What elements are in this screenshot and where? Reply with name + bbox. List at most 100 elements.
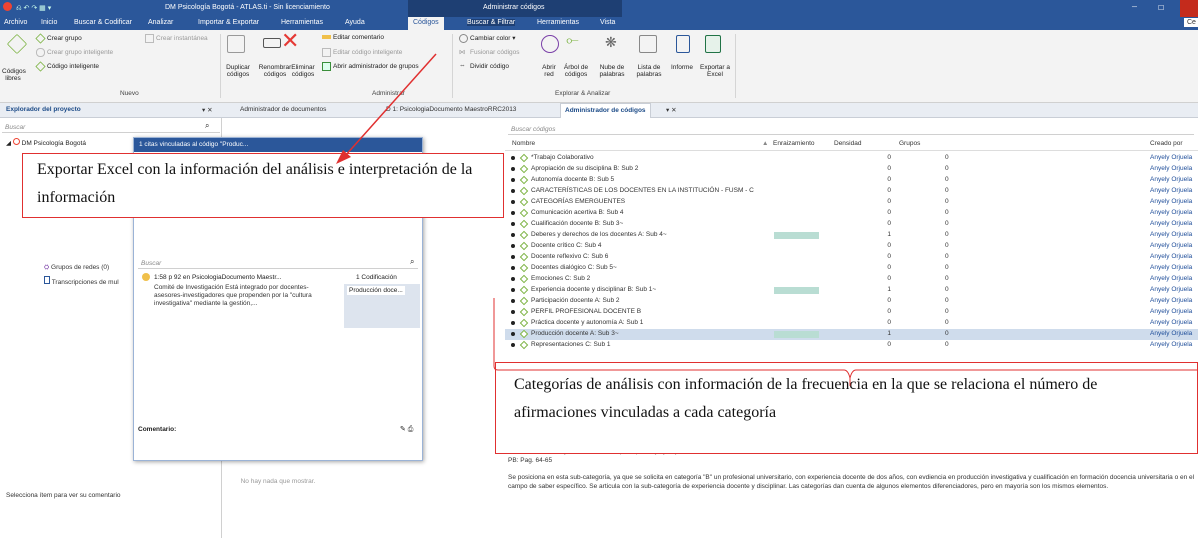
edit-smart-code-button[interactable]: Editar código inteligente <box>322 48 402 57</box>
row-bullet <box>511 277 515 281</box>
create-smart-group-button[interactable]: Crear grupo inteligente <box>36 48 113 57</box>
word-cloud-button[interactable]: Nube de palabras <box>596 64 628 78</box>
menu-analizar[interactable]: Analizar <box>148 19 173 26</box>
empty-comment-text: No hay nada que mostrar. <box>240 478 316 485</box>
change-color-button[interactable]: Cambiar color ▾ <box>459 34 516 43</box>
grounded-value: 0 <box>887 242 891 249</box>
density-value: 0 <box>945 231 949 238</box>
code-row[interactable]: Participación docente A: Sub 2 0 0 Anyely O… <box>505 296 1198 307</box>
menu-vista[interactable]: Vista <box>600 19 615 26</box>
edit-comment-icon[interactable]: ✎ ⎙ <box>400 425 413 434</box>
row-bullet <box>511 156 515 160</box>
code-row[interactable]: PERFIL PROFESIONAL DOCENTE B 0 0 Anyely Orj… <box>505 307 1198 318</box>
menu-herramientas[interactable]: Herramientas <box>281 19 323 26</box>
codes-search-input[interactable]: Buscar códigos <box>508 124 1194 135</box>
density-value: 0 <box>945 209 949 216</box>
row-bullet <box>511 167 515 171</box>
open-network-button[interactable]: Abrir red <box>538 64 560 78</box>
code-row[interactable]: Apropiación de su disciplina B: Sub 2 0 0 A… <box>505 164 1198 175</box>
export-excel-button[interactable]: Exportar a Excel <box>700 64 730 78</box>
code-row[interactable]: Docente reflexivo C: Sub 6 0 0 Anyely Orjue… <box>505 252 1198 263</box>
report-button[interactable]: Informe <box>671 64 693 71</box>
code-icon <box>519 186 529 196</box>
tab-project-explorer[interactable]: Explorador del proyecto <box>6 106 81 113</box>
quick-access-toolbar[interactable]: ⎌ ↶ ↷ ▦ ▾ <box>16 4 51 13</box>
comment-label: Comentario: <box>138 426 177 433</box>
menu-importar-exportar[interactable]: Importar & Exportar <box>198 19 259 26</box>
code-row[interactable]: CARACTERÍSTICAS DE LOS DOCENTES EN LA IN… <box>505 186 1198 197</box>
project-root[interactable]: ◢ DM Psicología Bogotá <box>6 138 86 147</box>
code-icon <box>519 274 529 284</box>
create-snapshot-button[interactable]: Crear instantánea <box>145 34 208 43</box>
code-row[interactable]: Producción docente A: Sub 3~ 1 0 Anyely Orj… <box>505 329 1198 340</box>
merge-codes-button[interactable]: ⋈ Fusionar códigos <box>459 48 520 57</box>
tab-code-manager[interactable]: Administrador de códigos <box>560 103 651 118</box>
quote-icon <box>142 273 150 281</box>
column-groups[interactable]: Grupos <box>899 140 920 147</box>
popup-title-bar[interactable]: 1 citas vinculadas al código "Produc... <box>134 138 422 152</box>
code-row[interactable]: Comunicación acertiva B: Sub 4 0 0 Anyely O… <box>505 208 1198 219</box>
code-icon <box>519 197 529 207</box>
column-created-by[interactable]: Creado por <box>1150 140 1183 147</box>
explorer-search-input[interactable]: Buscar <box>2 122 220 133</box>
tree-item-transcriptions[interactable]: Transcripciones de mul <box>44 276 119 286</box>
word-list-button[interactable]: Lista de palabras <box>633 64 665 78</box>
smart-code-label: Código inteligente <box>47 63 100 71</box>
code-row[interactable]: Emociones C: Sub 2 0 0 Anyely Orjuela <box>505 274 1198 285</box>
rename-codes-button[interactable]: Renombrar códigos <box>258 64 292 78</box>
code-row[interactable]: Cualificación docente B: Sub 3~ 0 0 Anyely … <box>505 219 1198 230</box>
grounded-value: 0 <box>887 264 891 271</box>
density-value: 0 <box>945 341 949 348</box>
code-row[interactable]: Docentes dialógico C: Sub 5~ 0 0 Anyely Orj… <box>505 263 1198 274</box>
open-group-manager-button[interactable]: Abrir administrador de grupos <box>322 62 419 71</box>
menu-buscar-codificar[interactable]: Buscar & Codificar <box>74 19 132 26</box>
grounded-value: 0 <box>887 165 891 172</box>
maximize-icon[interactable]: ☐ <box>1158 4 1164 12</box>
snapshot-icon <box>145 34 154 43</box>
create-group-button[interactable]: Crear grupo <box>35 33 82 44</box>
code-row[interactable]: Autonomía docente B: Sub 5 0 0 Anyely Orjue… <box>505 175 1198 186</box>
user-button[interactable]: Ce <box>1184 18 1198 27</box>
close-window-icon[interactable] <box>1180 0 1198 17</box>
code-row[interactable]: Experiencia docente y disciplinar B: Sub… <box>505 285 1198 296</box>
column-name[interactable]: Nombre <box>512 140 535 147</box>
tab-document-manager[interactable]: Administrador de documentos <box>240 106 326 113</box>
code-tree-button[interactable]: Árbol de códigos <box>560 64 592 78</box>
quote-item[interactable]: 1:58 p 92 en PsicologiaDocumento Maestr.… <box>138 272 420 328</box>
pin-icon[interactable]: ▾ ✕ <box>202 106 213 114</box>
density-value: 0 <box>945 154 949 161</box>
menu-herramientas-ctx[interactable]: Herramientas <box>537 19 579 26</box>
edit-comment-button[interactable]: Editar comentario <box>322 34 384 41</box>
context-title: Administrar códigos <box>483 4 545 11</box>
code-row[interactable]: *Trabajo Colaborativo 0 0 Anyely Orjuela <box>505 153 1198 164</box>
quote-code-chip[interactable]: Producción doce... <box>344 284 420 328</box>
code-row[interactable]: Práctica docente y autonomía A: Sub 1 0 0 A… <box>505 318 1198 329</box>
tab-document-d1[interactable]: D 1: PsicologiaDocumento MaestroRRC2013 <box>386 106 516 113</box>
smart-code-button[interactable]: Código inteligente <box>35 61 100 72</box>
column-grounded[interactable]: Enraizamiento <box>773 140 815 147</box>
code-name: Deberes y derechos de los docentes A: Su… <box>531 231 667 238</box>
column-density[interactable]: Densidad <box>834 140 861 147</box>
delete-codes-button[interactable]: Eliminar códigos <box>289 64 317 78</box>
tab-close-icon[interactable]: ▾ ✕ <box>666 106 677 114</box>
code-row[interactable]: Representaciones C: Sub 1 0 0 Anyely Orjuel… <box>505 340 1198 351</box>
grounded-value: 0 <box>887 220 891 227</box>
split-code-button[interactable]: ⇔ Dividir código <box>459 62 509 71</box>
code-name: *Trabajo Colaborativo <box>531 154 594 161</box>
code-row[interactable]: Docente crítico C: Sub 4 0 0 Anyely Orjuela <box>505 241 1198 252</box>
menu-codigos[interactable]: Códigos <box>408 17 444 30</box>
popup-search-input[interactable]: Buscar <box>138 258 418 269</box>
menu-inicio[interactable]: Inicio <box>41 19 57 26</box>
code-row[interactable]: Deberes y derechos de los docentes A: Su… <box>505 230 1198 241</box>
code-row[interactable]: CATEGORÍAS EMERGUENTES 0 0 Anyely Orjuela <box>505 197 1198 208</box>
tree-item-network-groups[interactable]: ⛭ Grupos de redes (0) <box>44 264 109 272</box>
delete-codes-icon: ✕ <box>281 28 300 53</box>
menu-ayuda[interactable]: Ayuda <box>345 19 365 26</box>
free-codes-button[interactable]: Códigos libres <box>2 68 26 82</box>
menu-buscar-filtrar[interactable]: Buscar & Filtrar <box>467 19 516 26</box>
duplicate-codes-button[interactable]: Duplicar códigos <box>222 64 254 78</box>
minimize-icon[interactable]: ─ <box>1132 4 1137 11</box>
grounded-value: 0 <box>887 297 891 304</box>
density-value: 0 <box>945 198 949 205</box>
menu-archivo[interactable]: Archivo <box>4 19 27 26</box>
